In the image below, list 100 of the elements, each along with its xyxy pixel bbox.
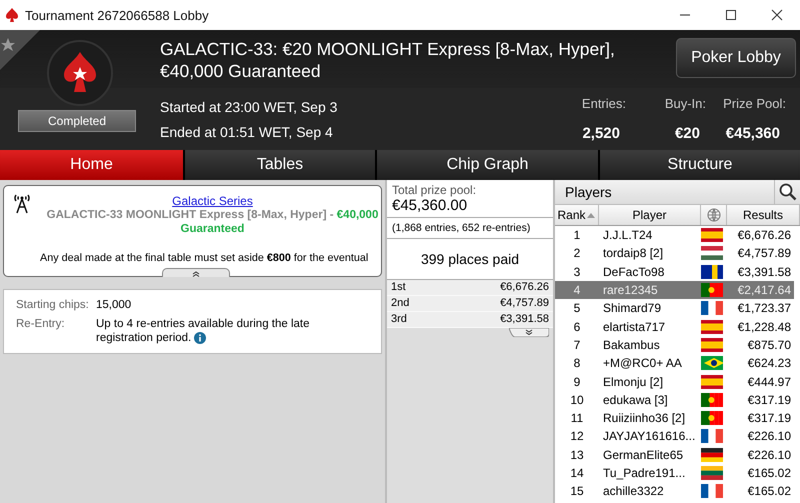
player-row[interactable]: 8 +M@RC0+ AA €624.23 bbox=[555, 354, 794, 372]
player-row[interactable]: 9 Elmonju [2] €444.97 bbox=[555, 372, 794, 391]
player-row[interactable]: 2 tordaip8 [2] €4,757.89 bbox=[555, 244, 794, 263]
player-cell-text: Tu_Padre191... bbox=[602, 466, 686, 480]
flag-icon bbox=[701, 338, 723, 352]
result-cell-text: €317.19 bbox=[746, 411, 792, 426]
player-cell-text: +M@RC0+ AA bbox=[602, 356, 683, 370]
event-name: GALACTIC-33 MOONLIGHT Express [8-Max, Hyper] bbox=[46, 209, 327, 221]
player-cell-text: J.J.L.T24 bbox=[602, 228, 654, 242]
player-cell-text: Bakambus bbox=[602, 338, 661, 352]
poker-lobby-button[interactable]: Poker Lobby bbox=[676, 38, 796, 78]
flag-icon bbox=[701, 283, 723, 298]
place-label: 3rd bbox=[391, 312, 407, 327]
player-row[interactable]: 10 edukawa [3] €317.19 bbox=[555, 390, 794, 409]
player-cell-text: tordaip8 [2] bbox=[602, 246, 664, 260]
rank-cell-text: 6 bbox=[572, 320, 582, 334]
info-icon[interactable] bbox=[194, 332, 206, 344]
place-amount: €6,676.26 bbox=[500, 280, 549, 295]
flag-icon bbox=[701, 356, 723, 370]
window-title: Tournament 2672066588 Lobby bbox=[25, 8, 210, 22]
separator: - bbox=[330, 209, 334, 221]
country-column-header[interactable] bbox=[701, 205, 727, 225]
favorite-star-icon[interactable] bbox=[0, 30, 40, 70]
rank-cell-text: 9 bbox=[572, 374, 582, 389]
place-label: 2nd bbox=[391, 296, 410, 311]
player-cell-text: GermanElite65 bbox=[602, 448, 684, 462]
player-row[interactable]: 11 Ruiiziinho36 [2] €317.19 bbox=[555, 408, 794, 428]
tab[interactable]: Home bbox=[0, 150, 183, 180]
player-row[interactable]: 15 achille3322 €165.02 bbox=[555, 482, 794, 500]
place-label: 1st bbox=[391, 280, 406, 295]
detail-label: Re-Entry: bbox=[16, 317, 66, 332]
player-cell-text: Shimard79 bbox=[602, 301, 662, 316]
result-cell-text: €1,723.37 bbox=[736, 301, 792, 316]
rank-cell-text: 14 bbox=[569, 466, 585, 480]
status-banner: Completed bbox=[18, 110, 136, 132]
player-row[interactable]: 6 elartista717 €1,228.48 bbox=[555, 317, 794, 336]
result-cell-text: €2,417.64 bbox=[736, 283, 792, 298]
players-title: Players bbox=[564, 184, 612, 200]
flag-icon bbox=[701, 466, 723, 480]
rank-cell-text: 15 bbox=[569, 484, 585, 498]
maximize-icon bbox=[725, 9, 737, 21]
player-row[interactable]: 12 JAYJAY161616... €226.10 bbox=[555, 427, 794, 446]
player-row[interactable]: 4 rare12345 €2,417.64 bbox=[555, 280, 794, 300]
tab[interactable]: Chip Graph bbox=[377, 150, 598, 180]
result-cell-text: €624.23 bbox=[746, 356, 792, 370]
player-cell-text: rare12345 bbox=[602, 283, 659, 298]
tab[interactable]: Tables bbox=[185, 150, 375, 180]
tab[interactable]: Structure bbox=[600, 150, 800, 180]
flag-icon bbox=[701, 429, 723, 444]
result-cell-text: €165.02 bbox=[746, 466, 792, 480]
end-time: Ended at 01:51 WET, Sep 4 bbox=[160, 124, 334, 140]
player-row[interactable]: 14 Tu_Padre191... €165.02 bbox=[555, 464, 794, 482]
flag-icon bbox=[701, 484, 723, 498]
rank-column-header[interactable]: Rank bbox=[555, 205, 599, 225]
result-cell-text: €875.70 bbox=[746, 338, 792, 352]
collapse-tab[interactable] bbox=[162, 268, 230, 277]
player-row[interactable]: 13 GermanElite65 €226.10 bbox=[555, 446, 794, 464]
result-cell-text: €226.10 bbox=[746, 429, 792, 444]
result-cell-text: €3,391.58 bbox=[736, 264, 792, 279]
flag-icon bbox=[701, 374, 723, 389]
guarantee-amount: €40,000 bbox=[336, 209, 378, 221]
stat-value: 2,520 bbox=[582, 125, 620, 142]
result-cell-text: €6,676.26 bbox=[736, 228, 792, 242]
flag-icon bbox=[701, 320, 723, 334]
detail-label: Starting chips: bbox=[16, 298, 90, 312]
flag-icon bbox=[701, 448, 723, 462]
flag-icon bbox=[701, 246, 723, 260]
search-icon bbox=[778, 183, 796, 201]
entries-summary: (1,868 entries, 652 re-entries) bbox=[387, 218, 553, 239]
close-icon bbox=[771, 9, 783, 21]
result-cell-text: €317.19 bbox=[746, 392, 792, 407]
stat-value: €45,360 bbox=[726, 125, 780, 142]
flag-icon bbox=[701, 392, 723, 407]
flag-icon bbox=[701, 264, 723, 279]
tournament-title: GALACTIC-33: €20 MOONLIGHT Express [8-Max, Hyper], €40,000 Guaranteed bbox=[160, 38, 616, 82]
stat-value: €20 bbox=[674, 125, 700, 142]
player-cell-text: edukawa [3] bbox=[602, 392, 669, 407]
results-column-header[interactable]: Results bbox=[727, 205, 800, 225]
expand-tab[interactable] bbox=[509, 328, 549, 337]
player-row[interactable]: 1 J.J.L.T24 €6,676.26 bbox=[555, 226, 794, 244]
player-column-header[interactable]: Player bbox=[599, 205, 701, 225]
detail-value: Up to 4 re-entries available during the late registration period. bbox=[96, 317, 311, 345]
stat-label: Prize Pool: bbox=[723, 96, 786, 111]
rank-cell-text: 8 bbox=[572, 356, 582, 370]
rank-cell-text: 3 bbox=[572, 264, 582, 279]
flag-icon bbox=[701, 301, 723, 316]
player-row[interactable]: 7 Bakambus €875.70 bbox=[555, 336, 794, 354]
result-cell-text: €444.97 bbox=[746, 374, 792, 389]
rank-cell-text: 7 bbox=[572, 338, 582, 352]
stat-label: Buy-In: bbox=[664, 96, 706, 111]
sort-arrow-icon bbox=[586, 211, 596, 219]
app-logo-icon bbox=[5, 7, 19, 23]
rank-cell-text: 4 bbox=[572, 283, 582, 298]
player-cell-text: DeFacTo98 bbox=[602, 264, 666, 279]
rank-cell-text: 13 bbox=[569, 448, 585, 462]
series-link[interactable]: Galactic Series bbox=[172, 194, 253, 208]
player-row[interactable]: 5 Shimard79 €1,723.37 bbox=[555, 299, 794, 318]
broadcast-tower-icon bbox=[12, 192, 32, 214]
player-row[interactable]: 3 DeFacTo98 €3,391.58 bbox=[555, 262, 794, 281]
globe-icon bbox=[706, 208, 720, 222]
